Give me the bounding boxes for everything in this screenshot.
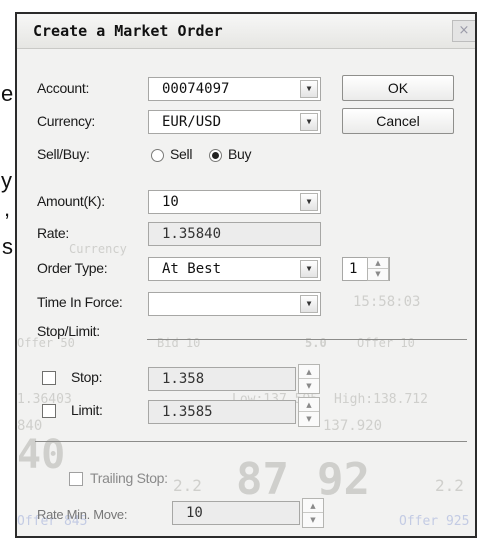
background-text-fragment: e <box>1 81 14 106</box>
limit-label: Limit: <box>71 402 103 418</box>
arrow-down-icon[interactable]: ▼ <box>299 379 319 393</box>
stop-limit-label: Stop/Limit: <box>37 323 100 339</box>
ghost-text: High:138.712 <box>334 392 428 407</box>
cancel-button[interactable]: Cancel <box>342 108 454 134</box>
title-bar[interactable]: Create a Market Order × <box>17 14 475 49</box>
ghost-text: 15:58:03 <box>353 294 421 310</box>
arrow-down-icon[interactable]: ▼ <box>299 412 319 426</box>
trailing-stop-label: Trailing Stop: <box>90 470 168 486</box>
sell-radio[interactable] <box>151 149 164 162</box>
chevron-down-icon[interactable]: ▼ <box>300 80 318 98</box>
ghost-text: 2.2 <box>173 476 202 495</box>
ghost-text: 2.2 <box>435 476 464 495</box>
time-in-force-label: Time In Force: <box>37 294 123 310</box>
background-text-fragment: y <box>1 168 12 193</box>
stop-limit-divider <box>147 339 467 340</box>
close-icon: × <box>458 23 470 38</box>
order-type-value: At Best <box>162 261 222 277</box>
order-type-quantity-value: 1 <box>349 261 358 277</box>
trailing-stop-divider <box>35 441 467 442</box>
limit-checkbox[interactable] <box>42 404 56 418</box>
limit-input[interactable]: 1.3585 <box>148 400 296 424</box>
arrow-up-icon[interactable]: ▲ <box>299 398 319 412</box>
sell-radio-label[interactable]: Sell <box>170 146 192 162</box>
chevron-down-icon[interactable]: ▼ <box>300 113 318 131</box>
order-type-select[interactable]: At Best ▼ <box>148 257 321 281</box>
currency-label: Currency: <box>37 113 95 129</box>
currency-value: EUR/USD <box>162 114 222 130</box>
amount-select[interactable]: 10 ▼ <box>148 190 321 214</box>
arrow-up-icon[interactable]: ▲ <box>303 499 323 513</box>
create-market-order-dialog: Currency 15:58:03 Offer 50 Bid 10 5.0 Of… <box>15 12 477 538</box>
limit-stepper[interactable]: ▲ ▼ <box>298 397 320 427</box>
background-text-fragment: , <box>4 196 11 221</box>
order-type-label: Order Type: <box>37 260 108 276</box>
stop-checkbox[interactable] <box>42 371 56 385</box>
trailing-stop-checkbox[interactable] <box>69 472 83 486</box>
stop-stepper[interactable]: ▲ ▼ <box>298 364 320 394</box>
ghost-text: 87 <box>236 454 289 505</box>
background-text-fragment: s <box>2 234 13 259</box>
arrow-up-icon[interactable]: ▲ <box>299 365 319 379</box>
ghost-text: 40 <box>17 432 66 478</box>
limit-value: 1.3585 <box>162 404 213 420</box>
close-button[interactable]: × <box>452 20 475 42</box>
rate-min-move-value: 10 <box>186 505 203 521</box>
ghost-text: 92 <box>317 454 370 505</box>
stop-value: 1.358 <box>162 371 205 387</box>
arrow-up-icon[interactable]: ▲ <box>368 258 388 269</box>
sell-buy-label: Sell/Buy: <box>37 146 90 162</box>
chevron-down-icon[interactable]: ▼ <box>300 295 318 313</box>
stop-label: Stop: <box>71 369 103 385</box>
rate-field: 1.35840 <box>148 222 321 246</box>
time-in-force-select[interactable]: ▼ <box>148 292 321 316</box>
account-select[interactable]: 00074097 ▼ <box>148 77 321 101</box>
stop-input[interactable]: 1.358 <box>148 367 296 391</box>
chevron-down-icon[interactable]: ▼ <box>300 193 318 211</box>
ghost-text: 137.920 <box>323 418 383 434</box>
ghost-text: Offer 925 <box>399 514 470 529</box>
buy-radio[interactable] <box>209 149 222 162</box>
order-type-quantity-stepper[interactable]: ▲ ▼ <box>367 257 389 281</box>
amount-value: 10 <box>162 194 179 210</box>
chevron-down-icon[interactable]: ▼ <box>300 260 318 278</box>
account-value: 00074097 <box>162 81 230 97</box>
ok-button[interactable]: OK <box>342 75 454 101</box>
rate-label: Rate: <box>37 225 69 241</box>
buy-radio-label[interactable]: Buy <box>228 146 252 162</box>
arrow-down-icon[interactable]: ▼ <box>368 269 388 280</box>
arrow-down-icon[interactable]: ▼ <box>303 513 323 527</box>
rate-min-move-label: Rate Min. Move: <box>37 507 128 522</box>
rate-min-move-input[interactable]: 10 <box>172 501 300 525</box>
currency-select[interactable]: EUR/USD ▼ <box>148 110 321 134</box>
ghost-text: Currency <box>69 242 127 256</box>
amount-label: Amount(K): <box>37 193 105 209</box>
dialog-title: Create a Market Order <box>33 22 223 40</box>
rate-value: 1.35840 <box>162 226 222 242</box>
rate-min-move-stepper[interactable]: ▲ ▼ <box>302 498 324 528</box>
account-label: Account: <box>37 80 90 96</box>
